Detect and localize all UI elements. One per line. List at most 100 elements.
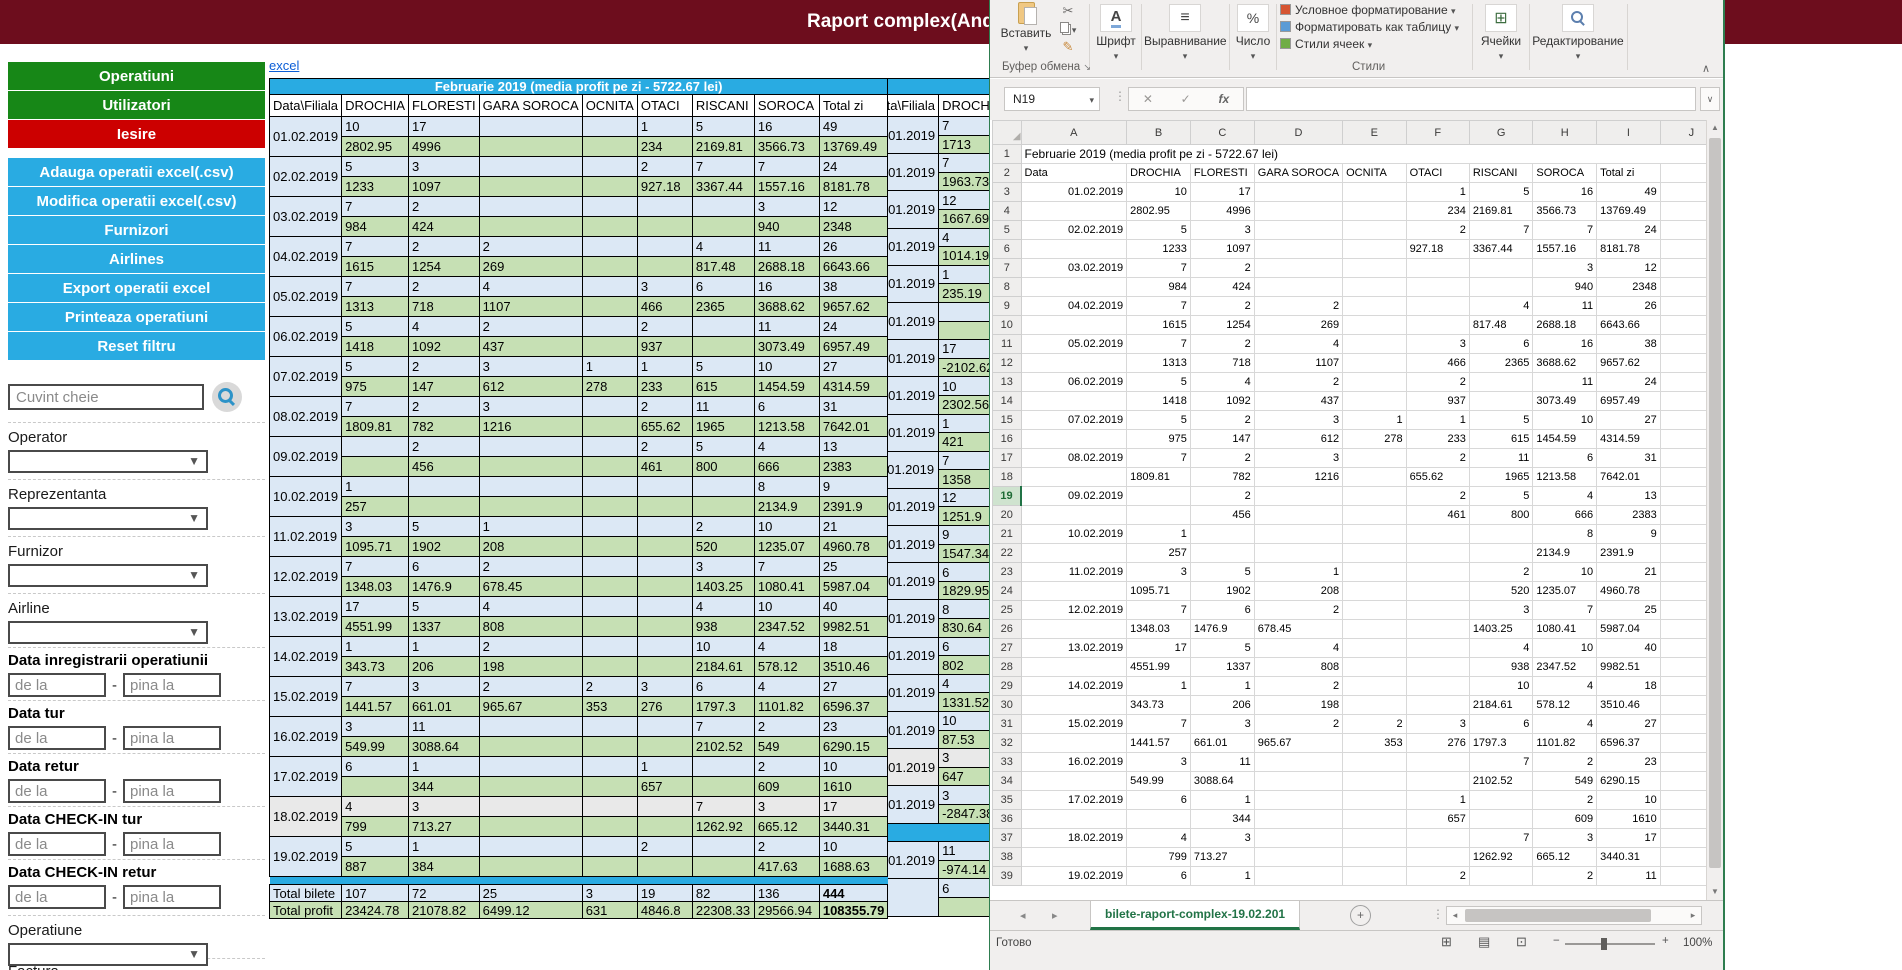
sidebar-action-printeaza-operatiuni[interactable]: Printeaza operatiuni — [8, 303, 265, 331]
excel-cell[interactable] — [1469, 867, 1533, 886]
excel-cell[interactable] — [1343, 829, 1406, 848]
excel-cell[interactable]: 31 — [1597, 449, 1661, 468]
count-cell[interactable]: 2 — [479, 317, 582, 337]
count-cell[interactable] — [692, 757, 754, 777]
count-cell[interactable]: 6 — [342, 757, 409, 777]
excel-cell[interactable]: 6 — [1127, 791, 1191, 810]
amount-cell[interactable]: 4551.99 — [342, 617, 409, 637]
count-cell[interactable] — [637, 477, 692, 497]
amount-cell[interactable]: 1610 — [819, 777, 887, 797]
amount-cell[interactable]: 344 — [409, 777, 480, 797]
amount-cell[interactable]: 1080.41 — [754, 577, 819, 597]
excel-cell[interactable]: 09.02.2019 — [1021, 487, 1127, 506]
count-cell[interactable]: 23 — [819, 717, 887, 737]
amount-cell[interactable]: 5987.04 — [819, 577, 887, 597]
amount-cell[interactable]: 1809.81 — [342, 417, 409, 437]
excel-cell[interactable] — [1469, 373, 1533, 392]
excel-cell[interactable]: 466 — [1406, 354, 1469, 373]
count-cell[interactable]: 24 — [819, 157, 887, 177]
sidebar-item-utilizatori[interactable]: Utilizatori — [8, 91, 265, 119]
excel-cell[interactable]: 3367.44 — [1469, 240, 1533, 259]
zoom-out-button[interactable]: − — [1553, 935, 1560, 947]
count-cell[interactable] — [582, 557, 637, 577]
excel-row-header[interactable]: 31 — [993, 715, 1022, 734]
amount-cell[interactable]: 257 — [342, 497, 409, 517]
count-cell[interactable]: 5 — [692, 357, 754, 377]
excel-cell[interactable]: 1095.71 — [1127, 582, 1191, 601]
excel-row-header[interactable]: 33 — [993, 753, 1022, 772]
excel-cell[interactable]: 5 — [1127, 373, 1191, 392]
excel-row-header[interactable]: 10 — [993, 316, 1022, 335]
excel-cell[interactable] — [1254, 487, 1342, 506]
count-cell[interactable] — [582, 477, 637, 497]
data-check-in-retur-to-input[interactable] — [123, 885, 221, 909]
excel-cell[interactable] — [1469, 810, 1533, 829]
excel-cell[interactable] — [1343, 221, 1406, 240]
amount-cell[interactable]: 208 — [479, 537, 582, 557]
excel-cell[interactable]: 344 — [1190, 810, 1254, 829]
count-cell[interactable] — [637, 637, 692, 657]
excel-cell[interactable]: 927.18 — [1406, 240, 1469, 259]
excel-cell[interactable]: 5 — [1469, 411, 1533, 430]
excel-cell[interactable]: SOROCA — [1533, 164, 1597, 183]
amount-cell[interactable]: 233 — [637, 377, 692, 397]
excel-cell[interactable]: 343.73 — [1127, 696, 1191, 715]
count-cell[interactable] — [582, 317, 637, 337]
excel-cell[interactable] — [1127, 506, 1191, 525]
amount-cell[interactable]: 808 — [479, 617, 582, 637]
format-painter-button[interactable]: ✎ — [1052, 38, 1084, 56]
excel-cell[interactable]: 609 — [1533, 810, 1597, 829]
excel-row-header[interactable]: 29 — [993, 677, 1022, 696]
count-cell[interactable]: 2 — [409, 277, 480, 297]
airline-select[interactable]: ▼ — [8, 621, 208, 644]
excel-cell[interactable] — [1343, 810, 1406, 829]
count-cell[interactable]: 2 — [637, 157, 692, 177]
paste-button[interactable]: Вставить ▾ — [1000, 2, 1052, 54]
amount-cell[interactable]: 353 — [582, 697, 637, 717]
excel-cell[interactable]: 4 — [1127, 829, 1191, 848]
excel-cell[interactable] — [1406, 582, 1469, 601]
excel-cell[interactable] — [1406, 639, 1469, 658]
excel-cell[interactable]: 1216 — [1254, 468, 1342, 487]
excel-row-header[interactable]: 26 — [993, 620, 1022, 639]
amount-cell[interactable]: 2391.9 — [819, 497, 887, 517]
amount-cell[interactable]: 887 — [342, 857, 409, 877]
excel-cell[interactable]: 938 — [1469, 658, 1533, 677]
count-cell[interactable]: 10 — [754, 357, 819, 377]
count-cell[interactable] — [692, 477, 754, 497]
amount-cell[interactable] — [582, 217, 637, 237]
amount-cell[interactable]: 1092 — [409, 337, 480, 357]
excel-cell[interactable]: 18.02.2019 — [1021, 829, 1127, 848]
excel-cell[interactable] — [1343, 677, 1406, 696]
excel-cell[interactable]: 233 — [1406, 430, 1469, 449]
amount-cell[interactable]: 269 — [479, 257, 582, 277]
excel-cell[interactable]: 2365 — [1469, 354, 1533, 373]
excel-cell[interactable]: 2 — [1406, 221, 1469, 240]
excel-row-header[interactable]: 16 — [993, 430, 1022, 449]
amount-cell[interactable]: 384 — [409, 857, 480, 877]
count-cell[interactable] — [479, 837, 582, 857]
cut-button[interactable]: ✂ — [1052, 2, 1084, 20]
excel-row-header[interactable]: 37 — [993, 829, 1022, 848]
amount-cell[interactable] — [582, 497, 637, 517]
excel-cell[interactable]: 3 — [1127, 563, 1191, 582]
excel-cell[interactable]: 11 — [1190, 753, 1254, 772]
count-cell[interactable]: 4 — [754, 437, 819, 457]
count-cell[interactable]: 27 — [819, 357, 887, 377]
count-cell[interactable]: 3 — [754, 197, 819, 217]
count-cell[interactable]: 1 — [409, 837, 480, 857]
count-cell[interactable] — [479, 157, 582, 177]
excel-cell[interactable]: 7 — [1127, 601, 1191, 620]
excel-cell[interactable]: 1107 — [1254, 354, 1342, 373]
excel-cell[interactable]: 2169.81 — [1469, 202, 1533, 221]
count-cell[interactable]: 3 — [479, 357, 582, 377]
excel-cell[interactable]: 1610 — [1597, 810, 1661, 829]
count-cell[interactable]: 2 — [479, 637, 582, 657]
count-cell[interactable]: 2 — [637, 437, 692, 457]
excel-row-header[interactable]: 34 — [993, 772, 1022, 791]
font-group-button[interactable]: А Шрифт ▾ — [1094, 4, 1138, 62]
excel-cell[interactable]: 1809.81 — [1127, 468, 1191, 487]
excel-cell[interactable]: 2 — [1406, 449, 1469, 468]
excel-cell[interactable]: 2688.18 — [1533, 316, 1597, 335]
count-cell[interactable]: 1 — [637, 357, 692, 377]
